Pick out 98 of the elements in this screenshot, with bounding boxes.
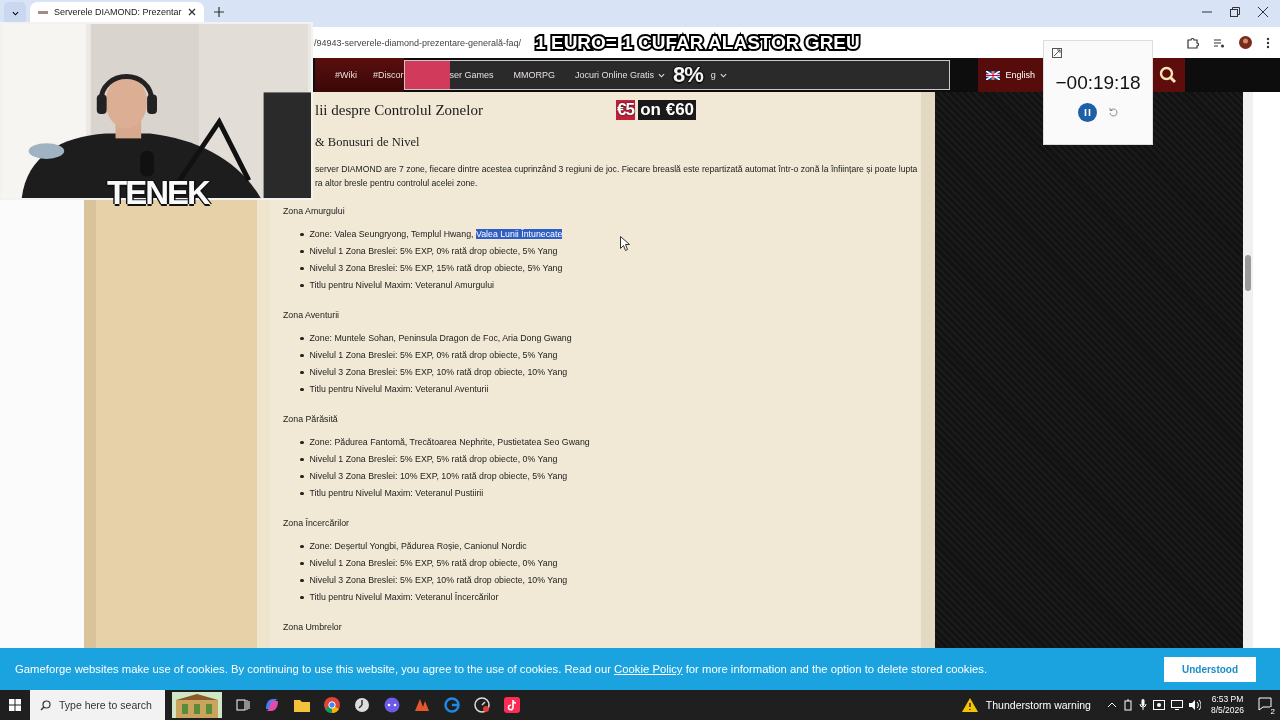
browser-tab[interactable]: Serverele DIAMOND: Prezentar [30,2,204,22]
bullet-icon [300,491,304,496]
chat-icon[interactable] [384,697,400,713]
list-item: Nivelul 3 Zona Breslei: 5% EXP, 15% rată drop obiecte, 5% Yang [309,262,563,275]
puzzle-icon[interactable] [1187,36,1199,49]
zone-title: Zona Părăsită [283,413,339,426]
bullet-icon [300,370,304,375]
bullet-icon [300,232,304,237]
taskbar-search-field[interactable]: Type here to search [30,690,165,720]
list-item: Titlu pentru Nivelul Maxim: Veteranul Aventurii [309,383,489,396]
cursor-icon [620,236,630,251]
task-view-icon[interactable] [236,698,250,712]
speedometer-icon[interactable] [474,697,490,713]
list-item: Nivelul 1 Zona Breslei: 5% EXP, 5% rată drop obiecte, 0% Yang [309,557,558,570]
folder-icon[interactable] [294,698,310,712]
clock[interactable]: 6:53 PM 8/5/2026 [1210,694,1244,716]
nav-link[interactable]: MMORPG [513,70,556,80]
list-item: Zone: Pădurea Fantomă, Trecătoarea Nephrite, Pustietatea Seo Gwang [309,436,590,449]
overlay-block [404,61,450,89]
pause-button[interactable] [1078,103,1097,122]
music-note-icon[interactable] [504,697,520,713]
network-icon[interactable] [1170,700,1183,710]
bullet-icon [300,561,304,566]
zone-title: Zona Aventurii [283,309,341,322]
bullet-icon [300,595,304,600]
expand-icon[interactable] [1052,48,1062,58]
list-item: Nivelul 1 Zona Breslei: 5% EXP, 5% rată drop obiecte, 0% Yang [309,453,558,466]
pause-icon [1084,109,1091,116]
promo-badge: €5 [615,100,636,120]
understood-button[interactable]: Understood [1164,656,1256,682]
address-bar[interactable]: /94943-serverele-diamond-prezentare-generală-faq/ [314,37,522,48]
bullet-icon [300,457,304,462]
list-item: Nivelul 1 Zona Breslei: 5% EXP, 0% rată drop obiecte, 5% Yang [309,245,558,258]
search-icon [40,699,51,711]
zone-title: Zona Amurgului [283,205,346,218]
language-selector[interactable]: English [977,58,1044,92]
overlay-headline: 1 EURO= 1 CUFAR ALASTOR GREU [535,31,860,54]
list-item: Nivelul 1 Zona Breslei: 5% EXP, 0% rată drop obiecte, 5% Yang [309,349,558,362]
media-icon[interactable] [1213,36,1225,49]
caret-icon [11,10,19,16]
battery-icon[interactable] [1122,699,1133,711]
zone-title: Zona Încercărilor [283,517,350,530]
clock-icon[interactable] [354,697,370,713]
timer-time: −00:19:18 [1055,72,1141,94]
nav-link[interactable]: ser Games [449,70,494,80]
bullet-icon [300,578,304,583]
list-item: Zone: Muntele Sohan, Peninsula Dragon de Foc, Aria Dong Gwang [309,332,572,345]
list-item: Nivelul 3 Zona Breslei: 5% EXP, 10% rată drop obiecte, 10% Yang [309,366,568,379]
speaker-icon[interactable] [1188,700,1201,710]
bullet-icon [300,353,304,358]
paragraph-line: server DIAMOND are 7 zone, fiecare dintre acestea cuprinzând 3 regiuni de joc. Fiecare breaslă este repartizată automat într-o zonă la înființare și poate lupta [315,163,919,176]
bullet-icon [300,544,304,549]
zone-title: Zona Umbrelor [283,621,343,634]
notification-button[interactable]: 2 [1258,697,1274,713]
menu-icon[interactable] [1266,36,1270,49]
bullet-icon [300,474,304,479]
camera-icon[interactable] [1152,700,1165,710]
search-icon [1158,66,1177,84]
list-item: Nivelul 3 Zona Breslei: 10% EXP, 10% rată drop obiecte, 5% Yang [309,470,568,483]
list-item: Titlu pentru Nivelul Maxim: Veteranul Amurgului [309,279,494,292]
close-icon[interactable] [1258,7,1268,17]
promo-text: on €60 [638,100,697,120]
overlay-percent: 8% [673,62,703,88]
bullet-icon [300,266,304,271]
bullet-icon [300,249,304,254]
list-item: Zone: Valea Seungryong, Templul Hwang, Valea Lunii Întunecate [309,228,563,241]
nav-link[interactable]: g [710,70,727,80]
copilot-icon[interactable] [264,697,280,713]
avatar-icon[interactable] [1239,36,1252,49]
game-icon[interactable] [414,697,430,713]
bullet-icon [300,283,304,288]
warning-icon [961,698,978,712]
nav-link[interactable]: Jocuri Online Gratis [575,70,666,80]
chrome-icon[interactable] [324,697,340,713]
scrollbar[interactable] [1243,92,1253,648]
section-heading: & Bonusuri de Nivel [315,135,421,150]
nav-link[interactable]: #Wiki [335,70,357,80]
cookie-message: Gameforge websites make use of cookies. By continuing to use this website, you agree to the use of cookies. Read our Cookie Policy for more information and the option to delete stored cookies. [15,663,988,675]
bullet-icon [300,440,304,445]
list-item: Nivelul 3 Zona Breslei: 5% EXP, 10% rată drop obiecte, 10% Yang [309,574,568,587]
start-icon[interactable] [9,699,21,711]
new-tab-icon[interactable] [213,7,224,17]
swirl-icon[interactable] [444,697,460,713]
close-icon[interactable] [187,8,196,16]
page-heading: lii despre Controlul Zonelor [315,101,483,119]
list-item: Zone: Deșertul Yongbi, Pădurea Roșie, Canionul Nordic [309,540,527,553]
paragraph-line: ra altor bresle pentru controlul acelei zone. [315,177,479,190]
microphone-icon[interactable] [1138,699,1147,711]
reset-icon[interactable] [1109,108,1118,117]
list-item: Titlu pentru Nivelul Maxim: Veteranul Încercărilor [309,591,499,604]
list-item: Titlu pentru Nivelul Maxim: Veteranul Pustiirii [309,487,484,500]
chevron-up-icon[interactable] [1106,701,1117,709]
weather-alert[interactable]: Thunderstorm warning [985,699,1091,711]
bullet-icon [300,387,304,392]
bullet-icon [300,336,304,341]
nav-link[interactable]: #Discor [373,70,404,80]
maximize-icon[interactable] [1230,7,1240,17]
flag-icon [985,70,1000,80]
